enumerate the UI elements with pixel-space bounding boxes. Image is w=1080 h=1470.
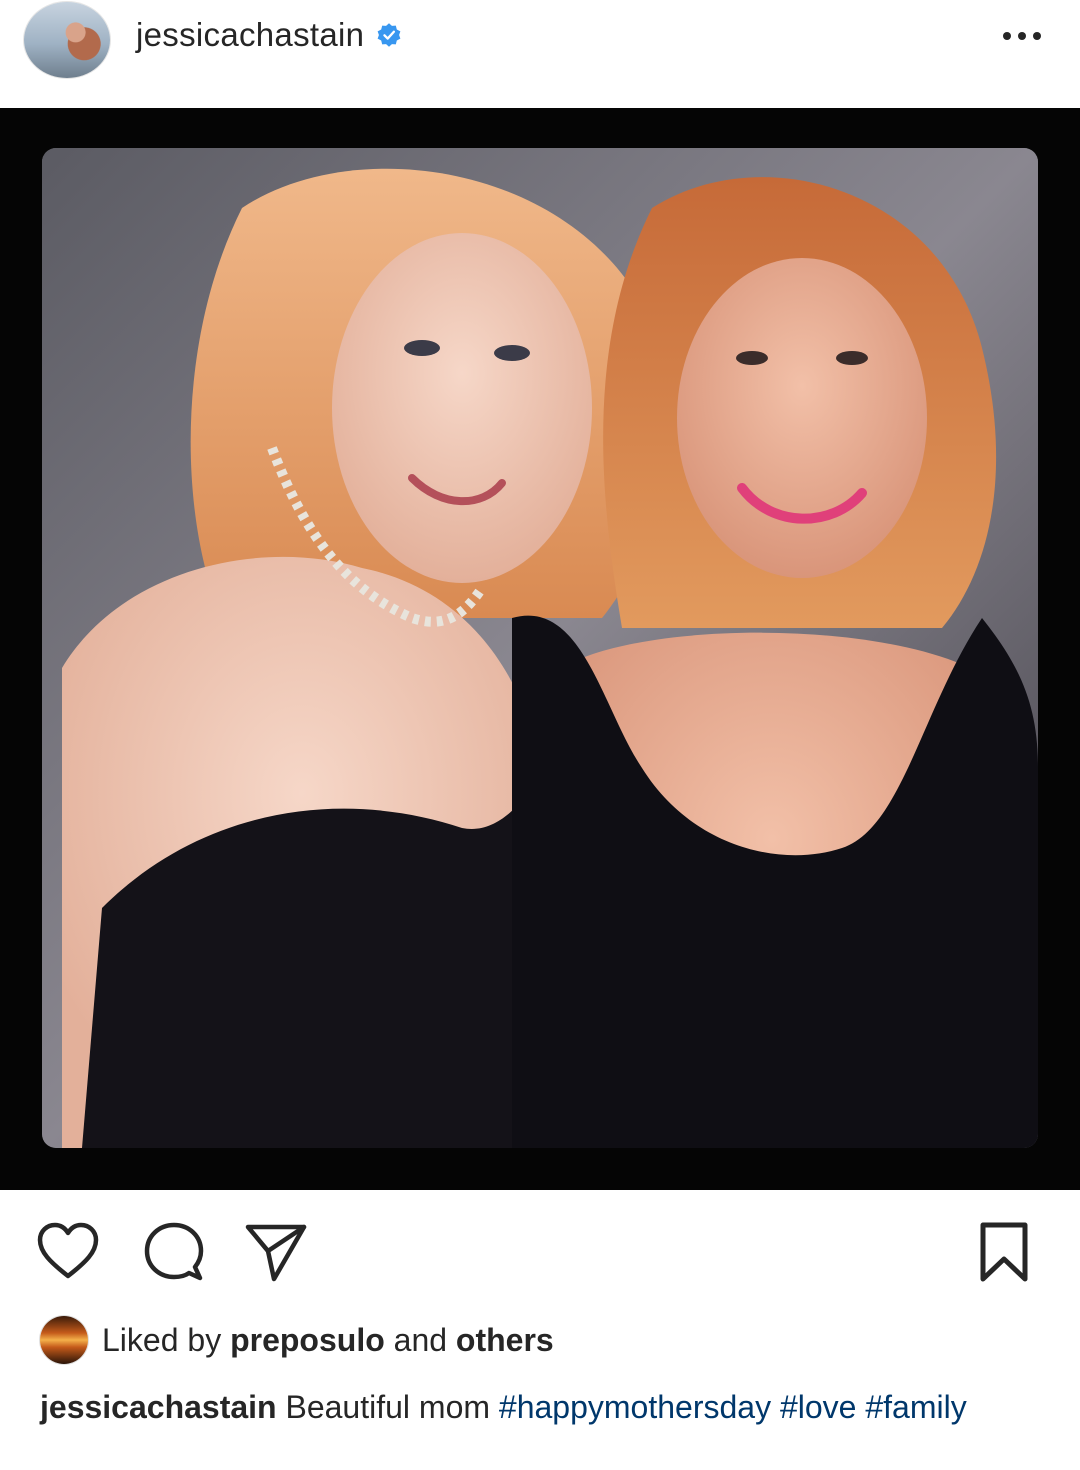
- hashtag-happymothersday[interactable]: #happymothersday: [499, 1389, 771, 1425]
- likes-prefix: Liked by: [102, 1321, 222, 1358]
- photo-illustration: [42, 148, 1038, 1148]
- likes-text: Liked by preposulo and others: [102, 1322, 554, 1359]
- hashtag-family[interactable]: #family: [865, 1389, 966, 1425]
- likes-summary: Liked by preposulo and others: [40, 1316, 554, 1364]
- send-icon: [245, 1224, 307, 1282]
- like-button[interactable]: [32, 1216, 104, 1288]
- post-header: jessicachastain: [0, 0, 1080, 108]
- heart-icon: [37, 1222, 99, 1279]
- caption-text: Beautiful mom: [285, 1389, 491, 1425]
- post-photo[interactable]: [42, 148, 1038, 1148]
- bookmark-icon: [980, 1222, 1028, 1282]
- verified-badge-icon: [377, 23, 401, 47]
- likes-conjunction: and: [393, 1321, 448, 1358]
- more-options-button[interactable]: [1000, 22, 1044, 50]
- likes-others-link[interactable]: others: [456, 1322, 554, 1358]
- post-actions: [0, 1216, 1080, 1288]
- username-row: jessicachastain: [136, 16, 402, 54]
- liker-username[interactable]: preposulo: [230, 1322, 385, 1358]
- caption-username[interactable]: jessicachastain: [40, 1389, 277, 1425]
- hashtag-love[interactable]: #love: [780, 1389, 857, 1425]
- post-image-frame: [0, 108, 1080, 1190]
- comment-icon: [144, 1222, 204, 1281]
- post-caption: jessicachastain Beautiful mom #happymoth…: [40, 1386, 1040, 1428]
- profile-avatar[interactable]: [24, 2, 110, 78]
- comment-button[interactable]: [138, 1216, 210, 1288]
- more-horizontal-icon: [1003, 32, 1041, 40]
- post-username[interactable]: jessicachastain: [136, 16, 364, 54]
- instagram-post: jessicachastain Liked by preposulo and o…: [0, 0, 1080, 1470]
- save-button[interactable]: [968, 1216, 1040, 1288]
- liker-avatar[interactable]: [40, 1316, 88, 1364]
- share-button[interactable]: [240, 1216, 312, 1288]
